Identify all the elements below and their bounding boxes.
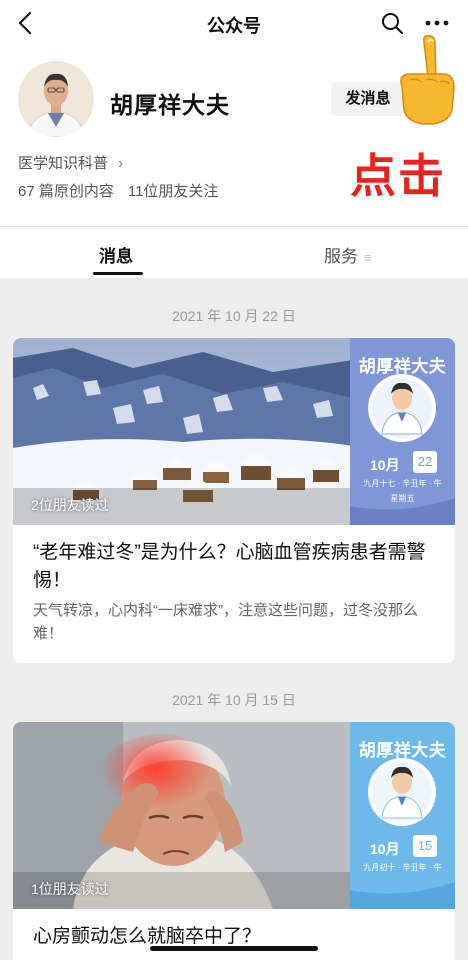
- cover-lunar: 九月初十 · 辛丑年 · 牛: [363, 863, 442, 872]
- cover-weekday: 星期五: [390, 494, 415, 503]
- tab-services[interactable]: 服务 ≡: [324, 242, 372, 267]
- article-cover: 胡厚祥大夫 10月 15 九月初十 · 辛丑年 · 牛 1位朋友读过: [13, 722, 455, 909]
- article-card[interactable]: 胡厚祥大夫 10月 15 九月初十 · 辛丑年 · 牛 1位朋友读过 心房颤动怎…: [13, 722, 455, 960]
- account-category[interactable]: 医学知识科普 ›: [18, 152, 123, 173]
- brand-name: 胡厚祥大夫: [358, 741, 447, 760]
- active-tab-indicator: [93, 272, 143, 275]
- brand-overlay: 胡厚祥大夫 10月 15 九月初十 · 辛丑年 · 牛: [350, 722, 455, 909]
- divider: [0, 226, 468, 227]
- friends-follow: 11位朋友关注: [127, 183, 219, 200]
- cover-month: 10月: [370, 457, 400, 473]
- menu-icon: ≡: [364, 250, 372, 265]
- tab-services-label: 服务: [324, 247, 358, 266]
- article-date: 2021 年 10 月 15 日: [172, 692, 296, 708]
- friends-read-label: 1位朋友读过: [31, 881, 109, 897]
- article-title: 心房颤动怎么就脑卒中了？: [33, 926, 262, 947]
- pointing-hand-icon: [400, 34, 455, 125]
- cover-day: 15: [413, 835, 437, 857]
- cover-month: 10月: [370, 841, 400, 857]
- original-count: 67 篇原创内容: [18, 183, 114, 200]
- account-stats: 67 篇原创内容 11位朋友关注: [18, 180, 218, 201]
- account-header: 公众号 胡厚祥大夫 发消息 点击 医学知识科普 › 67 篇原创内容 11位朋友…: [0, 0, 468, 278]
- article-date: 2021 年 10 月 22 日: [172, 308, 296, 324]
- friends-read-label: 2位朋友读过: [31, 497, 109, 513]
- article-desc: 天气转凉，心内科“一床难求”，注意这些问题，过冬没那么难！: [33, 602, 418, 642]
- chevron-right-icon: ›: [118, 155, 124, 172]
- cover-lunar: 九月十七 · 辛丑年 · 牛: [363, 479, 442, 488]
- home-indicator: [150, 946, 318, 951]
- avatar[interactable]: [18, 61, 94, 137]
- article-cover: 胡厚祥大夫 10月 22 九月十七 · 辛丑年 · 牛 星期五 2位朋友读过: [13, 338, 455, 525]
- click-annotation: 点击: [350, 149, 446, 203]
- brand-name: 胡厚祥大夫: [358, 357, 447, 376]
- account-name: 胡厚祥大夫: [110, 92, 230, 118]
- article-title: “老年难过冬”是为什么？心脑血管疾病患者需警惕！: [33, 542, 426, 591]
- brand-overlay: 胡厚祥大夫 10月 22 九月十七 · 辛丑年 · 牛 星期五: [350, 338, 455, 525]
- article-card[interactable]: 胡厚祥大夫 10月 22 九月十七 · 辛丑年 · 牛 星期五 2位朋友读过 “…: [13, 338, 455, 663]
- category-label: 医学知识科普: [18, 155, 109, 172]
- tab-messages[interactable]: 消息: [99, 242, 133, 267]
- cover-day: 22: [413, 451, 437, 473]
